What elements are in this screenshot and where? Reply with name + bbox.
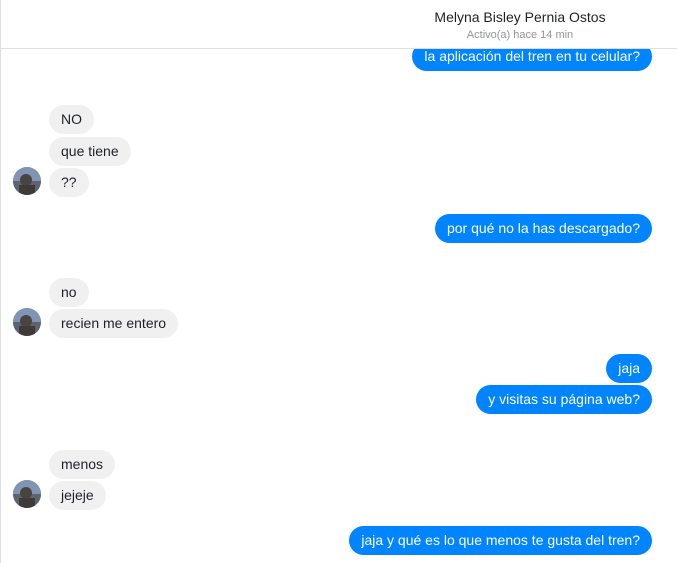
active-status: Activo(a) hace 14 min (466, 29, 574, 41)
message-incoming[interactable]: ?? (49, 168, 89, 197)
conversation-header: Melyna Bisley Pernia Ostos Activo(a) hac… (0, 0, 677, 49)
message-incoming[interactable]: recien me entero (49, 309, 179, 338)
message-incoming[interactable]: menos (49, 450, 116, 479)
message-outgoing[interactable]: jaja (606, 354, 652, 383)
message-outgoing[interactable]: jaja y qué es lo que menos te gusta del … (349, 526, 652, 555)
contact-avatar[interactable] (13, 480, 41, 508)
message-outgoing[interactable]: y visitas su página web? (476, 385, 652, 414)
message-incoming[interactable]: NO (49, 105, 94, 134)
message-incoming[interactable]: que tiene (49, 137, 131, 166)
avatar-photo-icon (13, 308, 41, 336)
contact-name[interactable]: Melyna Bisley Pernia Ostos (420, 9, 620, 25)
avatar-photo-icon (13, 167, 41, 195)
contact-avatar[interactable] (13, 308, 41, 336)
message-incoming[interactable]: no (49, 278, 89, 307)
message-incoming[interactable]: jejeje (49, 481, 106, 510)
chat-window: la aplicación del tren en tu celular? NO… (0, 0, 677, 563)
contact-avatar[interactable] (13, 167, 41, 195)
window-border (0, 0, 1, 563)
contact-info[interactable]: Melyna Bisley Pernia Ostos Activo(a) hac… (420, 0, 620, 48)
avatar-photo-icon (13, 480, 41, 508)
message-outgoing[interactable]: por qué no la has descargado? (434, 214, 652, 243)
